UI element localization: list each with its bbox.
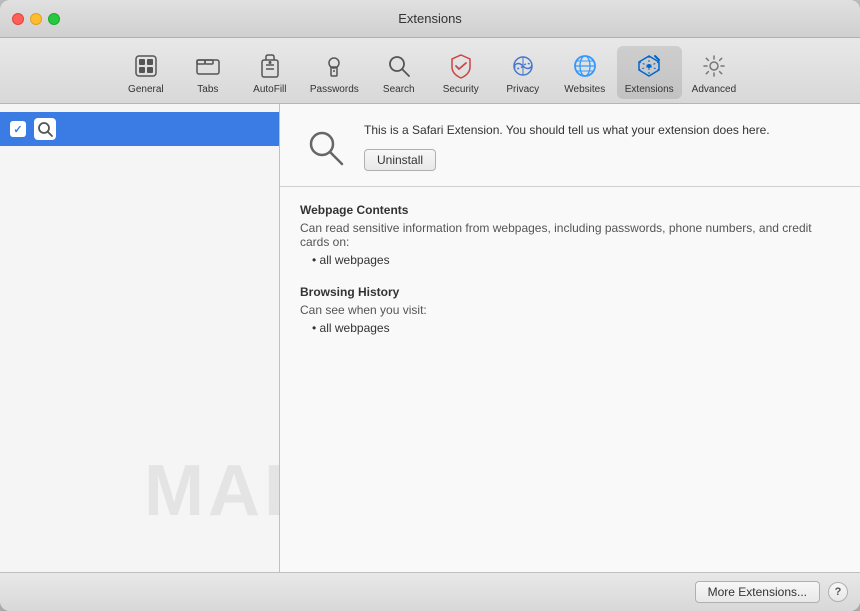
help-button[interactable]: ? [828, 582, 848, 602]
extension-permissions: Webpage Contents Can read sensitive info… [280, 187, 860, 572]
webpage-contents-section: Webpage Contents Can read sensitive info… [300, 203, 840, 267]
toolbar: General Tabs [0, 38, 860, 104]
maximize-button[interactable] [48, 13, 60, 25]
extension-icon-large [300, 122, 350, 172]
passwords-label: Passwords [310, 84, 359, 95]
tabs-icon [192, 50, 224, 82]
autofill-icon [254, 50, 286, 82]
toolbar-item-advanced[interactable]: Advanced [684, 46, 744, 99]
tabs-label: Tabs [197, 84, 218, 95]
toolbar-item-tabs[interactable]: Tabs [178, 46, 238, 99]
traffic-lights [12, 13, 60, 25]
toolbar-item-passwords[interactable]: Passwords [302, 46, 367, 99]
content-area: MALWARETIPS ✓ [0, 104, 860, 572]
titlebar: Extensions [0, 0, 860, 38]
minimize-button[interactable] [30, 13, 42, 25]
webpage-contents-desc: Can read sensitive information from webp… [300, 221, 840, 249]
toolbar-item-autofill[interactable]: AutoFill [240, 46, 300, 99]
more-extensions-button[interactable]: More Extensions... [695, 581, 820, 603]
search-label: Search [383, 84, 415, 95]
extension-detail-panel: This is a Safari Extension. You should t… [280, 104, 860, 572]
toolbar-item-search[interactable]: Search [369, 46, 429, 99]
extensions-sidebar: ✓ [0, 104, 280, 572]
webpage-contents-item-0: all webpages [312, 253, 840, 267]
window-title: Extensions [398, 11, 462, 26]
autofill-label: AutoFill [253, 84, 286, 95]
uninstall-button[interactable]: Uninstall [364, 149, 436, 171]
general-icon [130, 50, 162, 82]
extension-icon-small [34, 118, 56, 140]
extensions-icon [633, 50, 665, 82]
passwords-icon [318, 50, 350, 82]
browsing-history-desc: Can see when you visit: [300, 303, 840, 317]
toolbar-item-privacy[interactable]: Privacy [493, 46, 553, 99]
security-icon [445, 50, 477, 82]
toolbar-item-websites[interactable]: Websites [555, 46, 615, 99]
browsing-history-title: Browsing History [300, 285, 840, 299]
bottom-bar: More Extensions... ? [0, 572, 860, 611]
privacy-label: Privacy [506, 84, 539, 95]
toolbar-item-extensions[interactable]: Extensions [617, 46, 682, 99]
websites-label: Websites [564, 84, 605, 95]
sidebar-item-search-ext[interactable]: ✓ [0, 112, 279, 146]
security-label: Security [443, 84, 479, 95]
toolbar-item-security[interactable]: Security [431, 46, 491, 99]
browsing-history-item-0: all webpages [312, 321, 840, 335]
extension-info: This is a Safari Extension. You should t… [364, 122, 840, 171]
general-label: General [128, 84, 164, 95]
extension-description: This is a Safari Extension. You should t… [364, 122, 840, 139]
extension-header: This is a Safari Extension. You should t… [280, 104, 860, 187]
extensions-label: Extensions [625, 84, 674, 95]
advanced-icon [698, 50, 730, 82]
close-button[interactable] [12, 13, 24, 25]
extension-checkbox[interactable]: ✓ [10, 121, 26, 137]
websites-icon [569, 50, 601, 82]
search-icon [383, 50, 415, 82]
privacy-icon [507, 50, 539, 82]
browsing-history-section: Browsing History Can see when you visit:… [300, 285, 840, 335]
safari-preferences-window: Extensions General [0, 0, 860, 611]
toolbar-item-general[interactable]: General [116, 46, 176, 99]
advanced-label: Advanced [692, 84, 736, 95]
webpage-contents-title: Webpage Contents [300, 203, 840, 217]
